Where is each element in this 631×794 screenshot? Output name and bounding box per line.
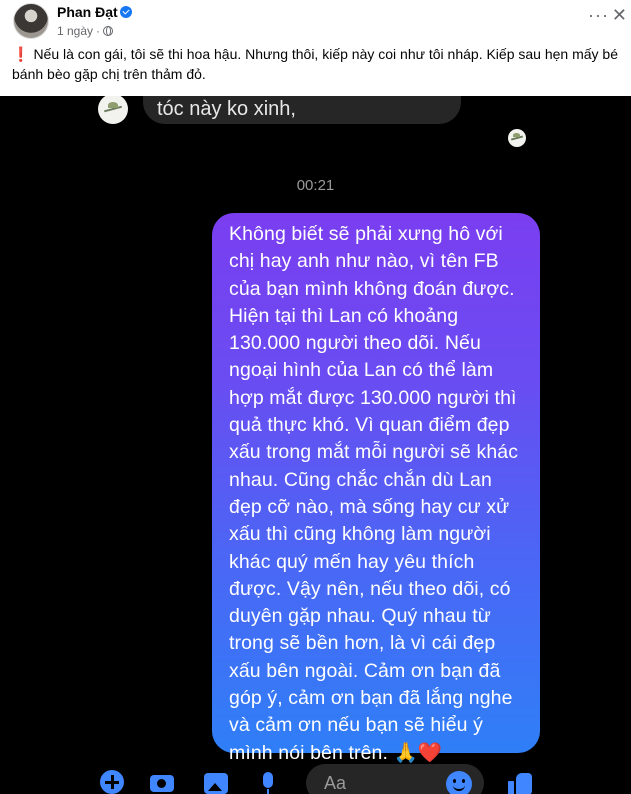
incoming-message-bubble: tóc này ko xinh, xyxy=(143,96,461,124)
more-horizontal-icon[interactable]: ··· xyxy=(588,6,609,24)
like-icon[interactable] xyxy=(508,770,534,794)
message-input[interactable]: Aa xyxy=(306,764,484,794)
exclamation-icon: ❗ xyxy=(12,46,30,62)
image-icon[interactable] xyxy=(204,770,228,794)
post-header: Phan Đạt 1 ngày · ··· ✕ ❗ Nếu là con gái,… xyxy=(0,0,631,96)
messenger-screenshot: tóc này ko xinh, 00:21 Không biết sẽ phả… xyxy=(0,96,631,794)
author-name[interactable]: Phan Đạt xyxy=(57,4,118,20)
meta-separator: · xyxy=(96,24,101,38)
post-time[interactable]: 1 ngày xyxy=(57,24,93,38)
message-timestamp: 00:21 xyxy=(296,177,335,194)
camera-icon[interactable] xyxy=(150,770,174,794)
mic-icon[interactable] xyxy=(256,770,280,794)
close-icon[interactable]: ✕ xyxy=(612,6,627,24)
seen-avatar xyxy=(508,129,526,147)
verified-badge-icon xyxy=(120,6,132,18)
outgoing-message-bubble: Không biết sẽ phải xưng hô với chị hay a… xyxy=(212,213,540,764)
emoji-icon[interactable] xyxy=(446,771,472,794)
incoming-message-text: tóc này ko xinh, xyxy=(157,98,296,120)
plus-icon[interactable] xyxy=(100,770,124,794)
contact-avatar xyxy=(98,96,128,124)
post-meta: 1 ngày · xyxy=(57,24,114,38)
outgoing-message-text: Không biết sẽ phải xưng hô với chị hay a… xyxy=(229,223,519,764)
caption-text: Nếu là con gái, tôi sẽ thi hoa hậu. Nhưn… xyxy=(12,46,618,82)
globe-icon[interactable] xyxy=(103,26,114,36)
message-input-placeholder: Aa xyxy=(324,773,347,793)
author-avatar[interactable] xyxy=(13,3,49,39)
message-composer: Aa xyxy=(0,762,631,794)
post-caption: ❗ Nếu là con gái, tôi sẽ thi hoa hậu. Như… xyxy=(12,44,622,84)
